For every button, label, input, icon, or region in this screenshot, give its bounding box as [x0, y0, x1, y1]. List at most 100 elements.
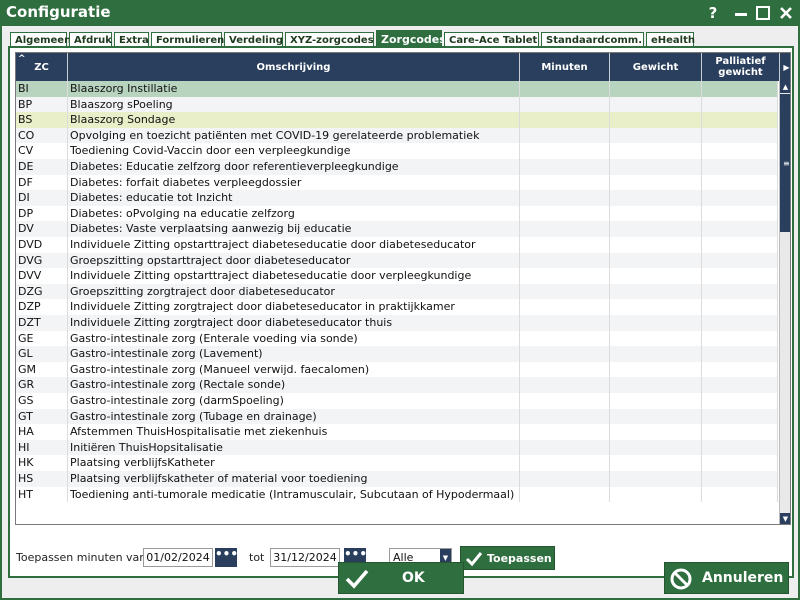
cell-weight[interactable]: [610, 486, 702, 503]
cell-code[interactable]: BP: [16, 96, 68, 113]
cell-code[interactable]: HK: [16, 455, 68, 471]
cell-code[interactable]: DVD: [16, 237, 68, 253]
cell-code[interactable]: BI: [16, 81, 68, 97]
cell-palliative-weight[interactable]: [702, 174, 778, 191]
cell-palliative-weight[interactable]: [702, 455, 778, 471]
cell-palliative-weight[interactable]: [702, 127, 778, 144]
cell-code[interactable]: HT: [16, 486, 68, 503]
cell-code[interactable]: CO: [16, 127, 68, 144]
table-row[interactable]: DI Diabetes: educatie tot Inzicht: [16, 190, 778, 206]
table-row[interactable]: DVG Groepszitting opstarttraject door dia…: [16, 252, 778, 269]
cell-code[interactable]: HA: [16, 424, 68, 440]
cell-minutes[interactable]: [520, 143, 610, 159]
table-row[interactable]: DV Diabetes: Vaste verplaatsing aanwezig …: [16, 221, 778, 237]
cell-code[interactable]: DVG: [16, 252, 68, 269]
cell-palliative-weight[interactable]: [702, 424, 778, 440]
cell-description[interactable]: Groepszitting zorgtraject door diabetese…: [68, 283, 520, 300]
cell-description[interactable]: Initiëren ThuisHopsitalisatie: [68, 439, 520, 456]
cell-code[interactable]: GR: [16, 377, 68, 393]
date-to-field[interactable]: 31/12/2024: [270, 548, 340, 567]
cell-minutes[interactable]: [520, 330, 610, 347]
scrollbar-thumb[interactable]: ≡: [780, 94, 790, 232]
cell-weight[interactable]: [610, 127, 702, 144]
cell-code[interactable]: DZG: [16, 283, 68, 300]
cell-palliative-weight[interactable]: [702, 361, 778, 378]
cell-minutes[interactable]: [520, 237, 610, 253]
cell-code[interactable]: DE: [16, 159, 68, 175]
table-row[interactable]: GL Gastro-intestinale zorg (Lavement): [16, 346, 778, 362]
cell-code[interactable]: GL: [16, 346, 68, 362]
cell-palliative-weight[interactable]: [702, 393, 778, 409]
cell-minutes[interactable]: [520, 408, 610, 425]
cell-weight[interactable]: [610, 408, 702, 425]
cell-description[interactable]: Individuele Zitting opstarttraject diabe…: [68, 237, 520, 253]
cell-palliative-weight[interactable]: [702, 471, 778, 487]
cell-code[interactable]: DF: [16, 174, 68, 191]
cell-weight[interactable]: [610, 237, 702, 253]
cell-palliative-weight[interactable]: [702, 96, 778, 113]
cell-minutes[interactable]: [520, 361, 610, 378]
cell-minutes[interactable]: [520, 127, 610, 144]
cell-minutes[interactable]: [520, 439, 610, 456]
cell-palliative-weight[interactable]: [702, 143, 778, 159]
cell-weight[interactable]: [610, 455, 702, 471]
cell-minutes[interactable]: [520, 299, 610, 315]
cell-minutes[interactable]: [520, 486, 610, 503]
cell-palliative-weight[interactable]: [702, 252, 778, 269]
cell-description[interactable]: Blaaszorg Sondage: [68, 112, 520, 128]
cell-palliative-weight[interactable]: [702, 439, 778, 456]
cell-weight[interactable]: [610, 81, 702, 97]
cell-code[interactable]: DVV: [16, 268, 68, 284]
table-row[interactable]: DVV Individuele Zitting opstarttraject di…: [16, 268, 778, 284]
cell-code[interactable]: DP: [16, 205, 68, 222]
cell-description[interactable]: Blaaszorg sPoeling: [68, 96, 520, 113]
cell-description[interactable]: Gastro-intestinale zorg (Lavement): [68, 346, 520, 362]
cell-minutes[interactable]: [520, 393, 610, 409]
cell-code[interactable]: BS: [16, 112, 68, 128]
cell-palliative-weight[interactable]: [702, 237, 778, 253]
cell-palliative-weight[interactable]: [702, 377, 778, 393]
cell-code[interactable]: DI: [16, 190, 68, 206]
table-row[interactable]: CV Toediening Covid-Vaccin door een verpl…: [16, 143, 778, 159]
help-button[interactable]: ?: [703, 3, 723, 23]
cell-weight[interactable]: [610, 330, 702, 347]
table-row[interactable]: DE Diabetes: Educatie zelfzorg door refer…: [16, 159, 778, 175]
cell-code[interactable]: GM: [16, 361, 68, 378]
cell-description[interactable]: Toediening anti-tumorale medicatie (Intr…: [68, 486, 520, 503]
cell-palliative-weight[interactable]: [702, 408, 778, 425]
cell-code[interactable]: DZT: [16, 315, 68, 331]
cell-palliative-weight[interactable]: [702, 486, 778, 503]
column-header-omschrijving[interactable]: Omschrijving: [68, 53, 520, 81]
cell-weight[interactable]: [610, 205, 702, 222]
cell-palliative-weight[interactable]: [702, 159, 778, 175]
cell-description[interactable]: Diabetes: Educatie zelfzorg door referen…: [68, 159, 520, 175]
cell-description[interactable]: Groepszitting opstarttraject door diabet…: [68, 252, 520, 269]
vertical-scrollbar[interactable]: ▲ ≡ ▼: [779, 81, 790, 524]
column-header-minuten[interactable]: Minuten: [520, 53, 610, 81]
cell-minutes[interactable]: [520, 455, 610, 471]
cell-description[interactable]: Gastro-intestinale zorg (darmSpoeling): [68, 393, 520, 409]
cell-code[interactable]: GS: [16, 393, 68, 409]
cell-minutes[interactable]: [520, 346, 610, 362]
cell-code[interactable]: DV: [16, 221, 68, 237]
table-row[interactable]: HT Toediening anti-tumorale medicatie (In…: [16, 486, 778, 503]
cell-code[interactable]: CV: [16, 143, 68, 159]
table-row[interactable]: GR Gastro-intestinale zorg (Rectale sonde…: [16, 377, 778, 393]
column-header-palliatief-gewicht[interactable]: Palliatief gewicht: [702, 53, 780, 81]
cell-minutes[interactable]: [520, 283, 610, 300]
cell-minutes[interactable]: [520, 377, 610, 393]
cell-description[interactable]: Blaaszorg Instillatie: [68, 81, 520, 97]
scroll-down-icon[interactable]: ▼: [780, 513, 790, 524]
cell-weight[interactable]: [610, 315, 702, 331]
table-row[interactable]: DZP Individuele Zitting zorgtraject door …: [16, 299, 778, 315]
cell-minutes[interactable]: [520, 252, 610, 269]
cell-weight[interactable]: [610, 159, 702, 175]
table-row[interactable]: DVD Individuele Zitting opstarttraject di…: [16, 237, 778, 253]
cell-weight[interactable]: [610, 252, 702, 269]
cell-weight[interactable]: [610, 377, 702, 393]
table-row[interactable]: GS Gastro-intestinale zorg (darmSpoeling): [16, 393, 778, 409]
table-row[interactable]: HK Plaatsing verblijfsKatheter: [16, 455, 778, 471]
cell-weight[interactable]: [610, 221, 702, 237]
cell-palliative-weight[interactable]: [702, 315, 778, 331]
table-row[interactable]: BI Blaaszorg Instillatie: [16, 81, 778, 97]
